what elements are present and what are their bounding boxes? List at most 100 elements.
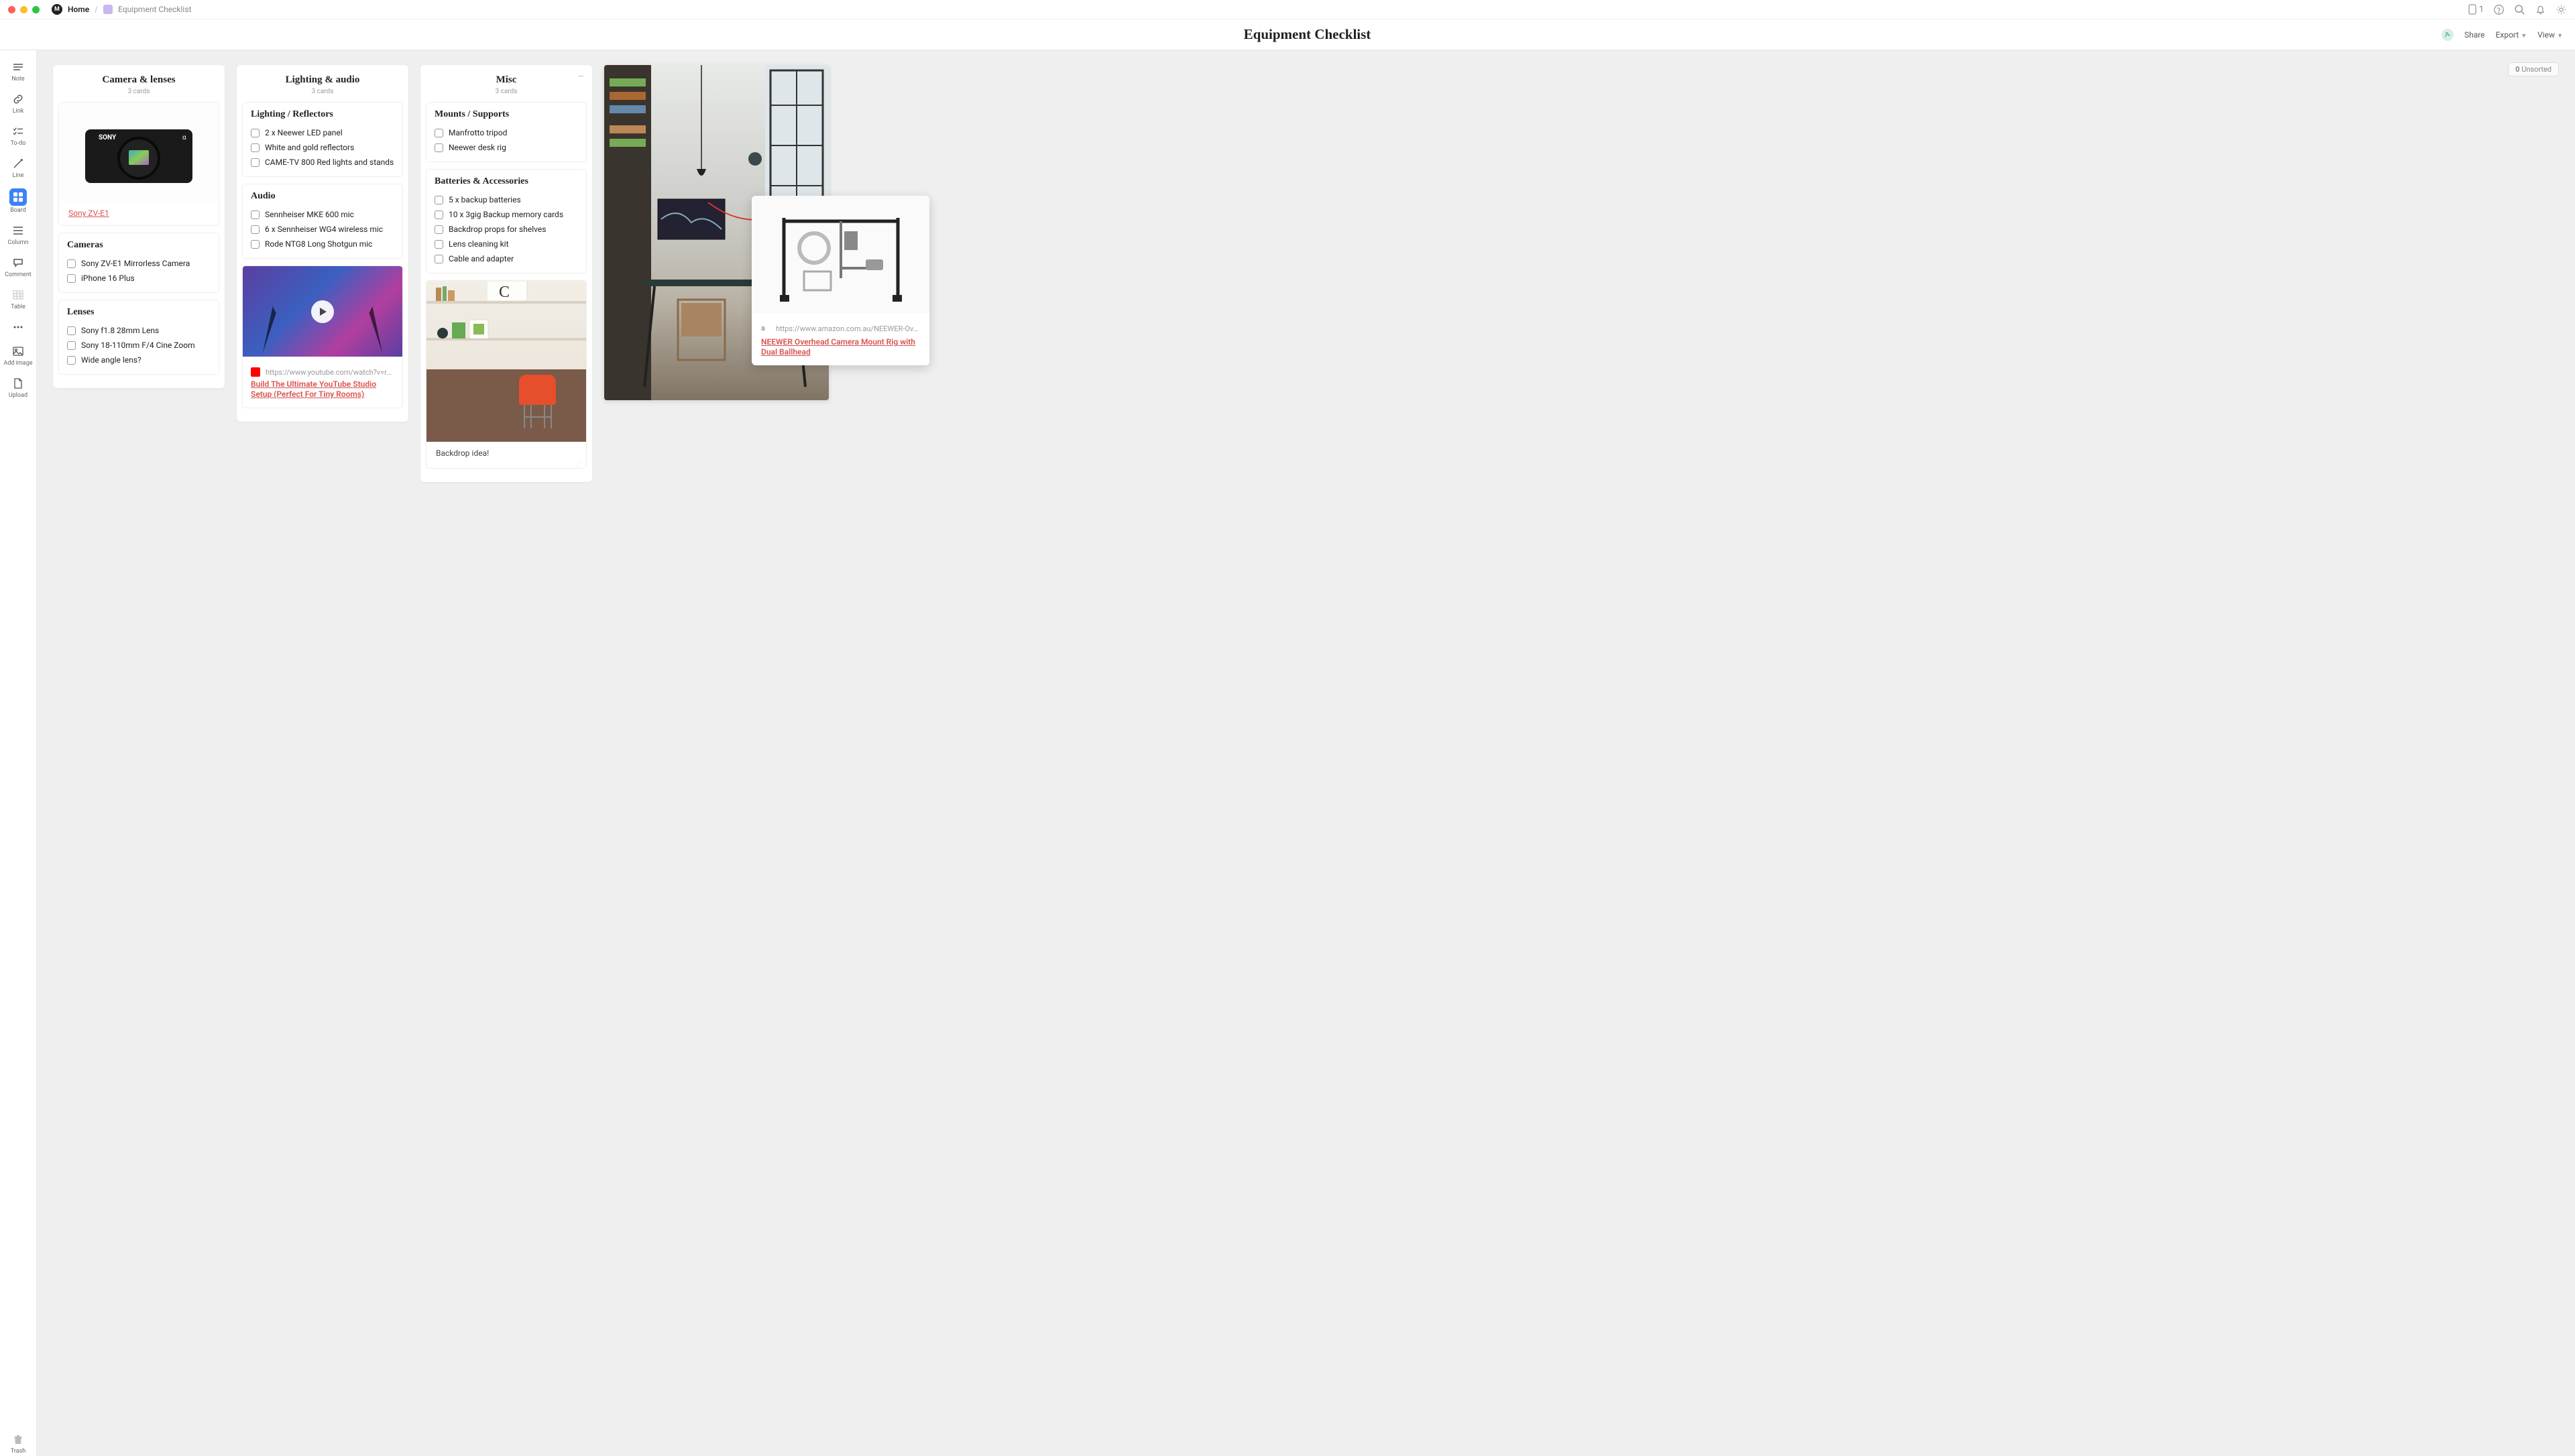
card-youtube-link[interactable]: https://www.youtube.com/watch?v=rMiJ30 B…: [242, 265, 403, 408]
checkbox-icon[interactable]: [67, 341, 76, 350]
card-link-title[interactable]: NEEWER Overhead Camera Mount Rig with Du…: [761, 337, 915, 357]
checklist-item[interactable]: Lens cleaning kit: [435, 237, 578, 251]
checklist-item[interactable]: iPhone 16 Plus: [67, 271, 211, 286]
card-batteries[interactable]: Batteries & Accessories 5 x backup batte…: [426, 169, 587, 274]
checklist-item[interactable]: Neewer desk rig: [435, 140, 578, 155]
checklist-item[interactable]: Manfrotto tripod: [435, 125, 578, 140]
checkbox-icon[interactable]: [67, 259, 76, 268]
device-count: 1: [2479, 5, 2484, 15]
video-thumbnail[interactable]: [243, 266, 402, 357]
svg-text:SONY: SONY: [99, 134, 117, 141]
sidebar-item-trash[interactable]: Trash: [0, 1431, 36, 1456]
card-backdrop-idea[interactable]: C Backdrop idea! ⋰: [426, 280, 587, 469]
column-title[interactable]: Misc: [420, 74, 592, 86]
export-button[interactable]: Export▼: [2496, 30, 2527, 40]
card-lighting[interactable]: Lighting / Reflectors 2 x Neewer LED pan…: [242, 102, 403, 177]
checklist-item[interactable]: Rode NTG8 Long Shotgun mic: [251, 237, 394, 251]
card-link-title[interactable]: Build The Ultimate YouTube Studio Setup …: [251, 379, 376, 399]
checklist-item[interactable]: 6 x Sennheiser WG4 wireless mic: [251, 222, 394, 237]
column-lighting-audio[interactable]: Lighting & audio 3 cards Lighting / Refl…: [237, 65, 408, 422]
checklist-item[interactable]: 5 x backup batteries: [435, 192, 578, 207]
add-member-icon[interactable]: [2442, 29, 2454, 41]
sidebar-item-todo[interactable]: To-do: [0, 123, 36, 148]
sidebar-item-line[interactable]: Line: [0, 155, 36, 180]
device-count-button[interactable]: 1: [2468, 4, 2484, 15]
comment-icon: [11, 255, 25, 270]
checklist-item[interactable]: 2 x Neewer LED panel: [251, 125, 394, 140]
trash-icon: [11, 1432, 25, 1447]
checklist-item[interactable]: Cable and adapter: [435, 251, 578, 266]
checkbox-icon[interactable]: [67, 274, 76, 283]
column-misc[interactable]: — Misc 3 cards Mounts / Supports Manfrot…: [420, 65, 592, 482]
checkbox-icon[interactable]: [435, 143, 443, 152]
view-button[interactable]: View▼: [2537, 30, 2563, 40]
sidebar-item-add-image[interactable]: Add image: [0, 343, 36, 368]
card-lenses[interactable]: Lenses Sony f1.8 28mm Lens Sony 18-110mm…: [58, 300, 219, 375]
checkbox-icon[interactable]: [251, 158, 260, 167]
checkbox-icon[interactable]: [435, 255, 443, 263]
checkbox-icon[interactable]: [435, 240, 443, 249]
column-camera-lenses[interactable]: Camera & lenses 3 cards SONY α: [53, 65, 225, 388]
checkbox-icon[interactable]: [251, 210, 260, 219]
card-link[interactable]: Sony ZV-E1: [68, 208, 109, 218]
breadcrumb-page[interactable]: Equipment Checklist: [118, 5, 191, 14]
checkbox-icon[interactable]: [67, 326, 76, 335]
checklist-item[interactable]: CAME-TV 800 Red lights and stands: [251, 155, 394, 170]
card-audio[interactable]: Audio Sennheiser MKE 600 mic 6 x Sennhei…: [242, 184, 403, 259]
resize-handle-icon[interactable]: ⋰: [426, 461, 586, 468]
collapse-icon[interactable]: —: [578, 72, 584, 81]
share-button[interactable]: Share: [2464, 30, 2485, 40]
table-icon: [11, 288, 25, 302]
breadcrumb-home[interactable]: Home: [68, 5, 89, 14]
page-title[interactable]: Equipment Checklist: [1244, 26, 1371, 43]
sidebar-item-link[interactable]: Link: [0, 90, 36, 116]
sidebar-item-comment[interactable]: Comment: [0, 254, 36, 280]
close-window-button[interactable]: [8, 6, 15, 13]
column-title[interactable]: Camera & lenses: [53, 74, 225, 86]
card-cameras[interactable]: Cameras Sony ZV-E1 Mirrorless Camera iPh…: [58, 233, 219, 293]
checkbox-icon[interactable]: [251, 129, 260, 137]
checklist-item[interactable]: Backdrop props for shelves: [435, 222, 578, 237]
checklist-item[interactable]: White and gold reflectors: [251, 140, 394, 155]
help-icon[interactable]: [2493, 4, 2505, 15]
sidebar-item-table[interactable]: Table: [0, 286, 36, 312]
unsorted-pill[interactable]: 0 Unsorted: [2508, 62, 2559, 76]
checkbox-icon[interactable]: [435, 210, 443, 219]
canvas[interactable]: 0 Unsorted Camera & lenses 3 cards SONY …: [37, 50, 2575, 1456]
sidebar-item-column[interactable]: Column: [0, 222, 36, 247]
app-logo-icon[interactable]: M: [52, 4, 62, 15]
card-url: https://www.youtube.com/watch?v=rMiJ30: [266, 368, 394, 377]
card-mounts[interactable]: Mounts / Supports Manfrotto tripod Neewe…: [426, 102, 587, 162]
checklist-item[interactable]: Wide angle lens?: [67, 353, 211, 367]
checklist-item[interactable]: Sony f1.8 28mm Lens: [67, 323, 211, 338]
checkbox-icon[interactable]: [435, 225, 443, 234]
checkbox-icon[interactable]: [67, 356, 76, 365]
card-neewer-rig[interactable]: a https://www.amazon.com.au/NEEWER-Overh…: [752, 196, 929, 365]
sidebar-item-board[interactable]: Board: [0, 187, 36, 215]
checkbox-icon[interactable]: [435, 196, 443, 204]
checklist-item[interactable]: Sony 18-110mm F/4 Cine Zoom: [67, 338, 211, 353]
gear-icon[interactable]: [2556, 4, 2567, 15]
minimize-window-button[interactable]: [20, 6, 27, 13]
checklist-item[interactable]: Sony ZV-E1 Mirrorless Camera: [67, 256, 211, 271]
column-meta: 3 cards: [53, 88, 225, 95]
card-sony-zv-e1[interactable]: SONY α Sony ZV-E1: [58, 102, 219, 226]
card-heading: Batteries & Accessories: [435, 176, 578, 187]
sidebar-item-more[interactable]: [0, 318, 36, 336]
search-icon[interactable]: [2514, 4, 2525, 15]
header: Equipment Checklist Share Export▼ View▼: [0, 19, 2575, 50]
breadcrumb-separator: /: [95, 5, 98, 14]
checkbox-icon[interactable]: [251, 225, 260, 234]
checkbox-icon[interactable]: [251, 143, 260, 152]
card-caption[interactable]: Backdrop idea!: [426, 442, 586, 461]
checkbox-icon[interactable]: [435, 129, 443, 137]
checklist-item[interactable]: 10 x 3gig Backup memory cards: [435, 207, 578, 222]
bell-icon[interactable]: [2535, 4, 2546, 15]
card-heading: Lenses: [67, 307, 211, 318]
sidebar-item-upload[interactable]: Upload: [0, 375, 36, 400]
checklist-item[interactable]: Sennheiser MKE 600 mic: [251, 207, 394, 222]
sidebar-item-note[interactable]: Note: [0, 58, 36, 84]
column-title[interactable]: Lighting & audio: [237, 74, 408, 86]
maximize-window-button[interactable]: [32, 6, 40, 13]
checkbox-icon[interactable]: [251, 240, 260, 249]
